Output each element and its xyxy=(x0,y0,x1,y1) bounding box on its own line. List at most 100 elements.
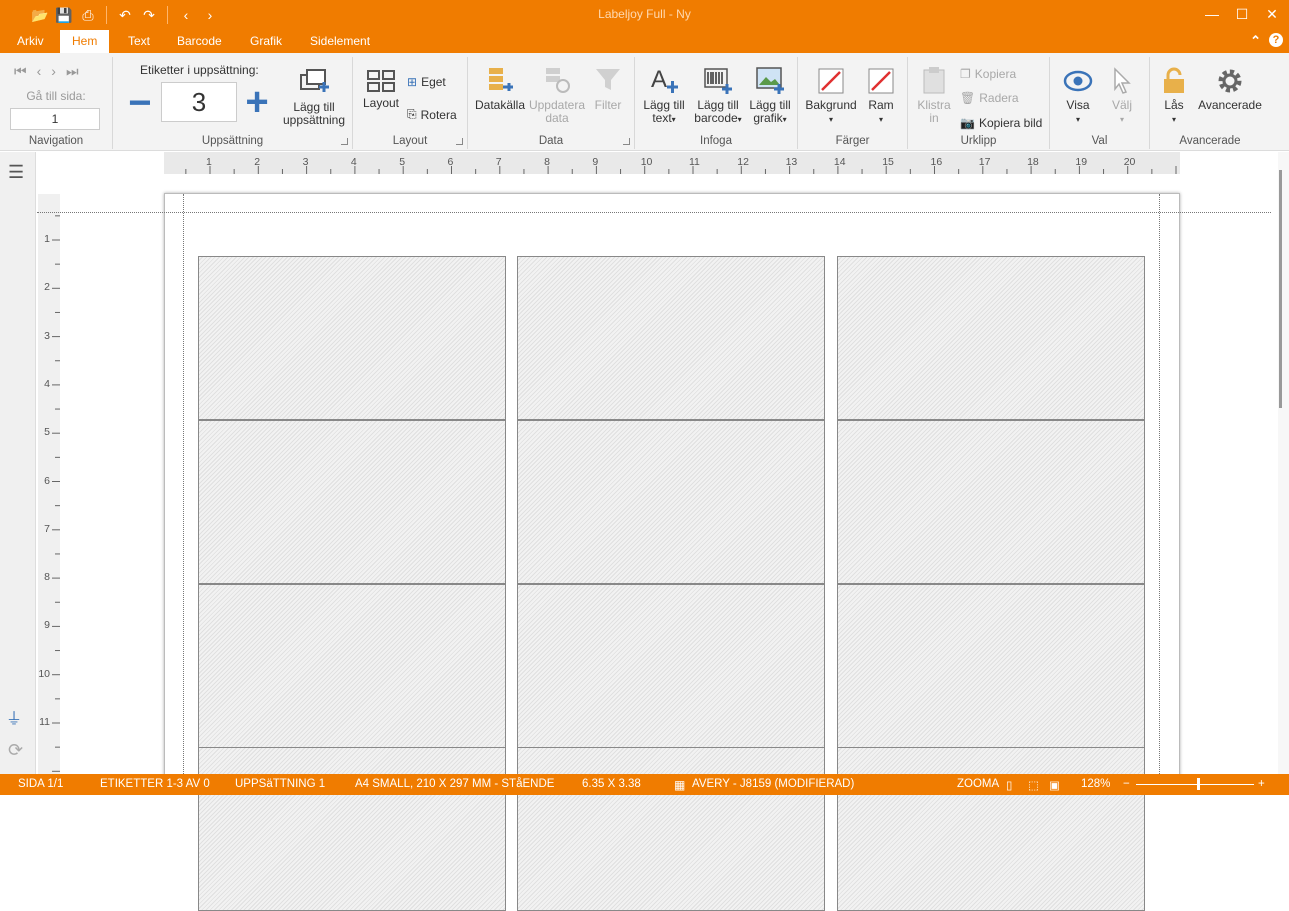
label-cell[interactable] xyxy=(837,584,1145,748)
view-button[interactable]: Visa ▾ xyxy=(1058,67,1098,126)
label-cell[interactable] xyxy=(837,747,1145,911)
ruler-label: 4 xyxy=(350,156,357,168)
filter-button[interactable]: Filter xyxy=(588,65,628,112)
close-icon[interactable]: ✕ xyxy=(1263,4,1281,24)
group-label: Val xyxy=(1091,135,1108,147)
label-cell[interactable] xyxy=(198,747,506,911)
group-label: Data xyxy=(538,135,564,147)
border-color-button[interactable]: Ram ▾ xyxy=(860,67,902,126)
scrollbar-thumb[interactable] xyxy=(1279,170,1282,408)
las-label: Lås xyxy=(1164,98,1184,112)
tab-barcode[interactable]: Barcode xyxy=(177,34,222,48)
tab-hem[interactable]: Hem xyxy=(60,30,110,53)
tab-arkiv[interactable]: Arkiv xyxy=(17,34,44,48)
labels-count-input[interactable]: 3 xyxy=(161,82,237,122)
group-val: Visa ▾ Välj ▾ Val xyxy=(1050,57,1150,149)
zoom-out-icon[interactable]: − xyxy=(1123,778,1130,790)
tab-grafik[interactable]: Grafik xyxy=(250,34,282,48)
update-label-1: Uppdatera xyxy=(528,98,586,112)
label-cell[interactable] xyxy=(198,584,506,748)
ruler-label: 11 xyxy=(39,716,50,728)
label-cell[interactable] xyxy=(517,256,825,420)
fit-width-icon[interactable]: ⬚ xyxy=(1028,778,1039,792)
add-set-icon xyxy=(300,69,329,92)
label-cell[interactable] xyxy=(517,420,825,584)
ribbon: ⏮ ‹ › ⏭ Gå till sida: 1 Navigation Etike… xyxy=(0,53,1289,151)
ruler-label: 1 xyxy=(206,156,212,168)
add-graphic-button[interactable]: Lägg till grafik▾ xyxy=(745,65,795,126)
label-page[interactable] xyxy=(37,193,1271,911)
ruler-label: 10 xyxy=(640,156,653,168)
label-cell[interactable] xyxy=(198,256,506,420)
layout-button[interactable]: Layout xyxy=(359,69,403,110)
no-fill-icon xyxy=(818,68,844,94)
nav-arrows: ⏮ ‹ › ⏭ xyxy=(14,63,79,80)
group-launcher[interactable] xyxy=(341,138,348,145)
next-page-icon[interactable]: › xyxy=(51,63,56,80)
labels-per-set-label: Etiketter i uppsättning: xyxy=(140,63,259,77)
prev-page-icon[interactable]: ‹ xyxy=(37,63,42,80)
zoom-label: ZOOMA xyxy=(957,778,1000,790)
sync-icon[interactable]: ⟳ xyxy=(8,740,23,761)
ruler-label: 5 xyxy=(44,426,50,439)
refresh-data-icon xyxy=(546,68,570,93)
no-border-icon xyxy=(868,68,894,94)
label-cell[interactable] xyxy=(837,420,1145,584)
zoom-value: 128% xyxy=(1081,778,1111,790)
collapse-ribbon-icon[interactable]: ⌃ xyxy=(1250,33,1261,49)
increase-icon[interactable]: + xyxy=(241,82,273,122)
plug-icon[interactable]: ⏚ xyxy=(6,705,22,729)
add-text-button[interactable]: A Lägg till text▾ xyxy=(639,65,689,126)
paste-button[interactable]: Klistra in xyxy=(914,65,954,125)
ruler-label: 10 xyxy=(38,667,50,680)
group-label: Färger xyxy=(835,135,870,147)
advanced-button[interactable]: Avancerade xyxy=(1196,67,1264,112)
zoom-in-icon[interactable]: + xyxy=(1258,778,1265,790)
label-cell[interactable] xyxy=(198,420,506,584)
zoom-slider-track[interactable] xyxy=(1136,784,1254,785)
delete-button[interactable]: 🗑 Radera xyxy=(960,91,1019,105)
zoom-slider-thumb[interactable] xyxy=(1197,778,1200,790)
update-label-2: data xyxy=(545,111,569,125)
copy-button[interactable]: ❐ Kopiera xyxy=(960,67,1016,81)
first-page-icon[interactable]: ⏮ xyxy=(14,63,27,80)
label-cell[interactable] xyxy=(517,747,825,911)
group-launcher[interactable] xyxy=(623,138,630,145)
status-paper: A4 SMALL, 210 X 297 MM - STåENDE xyxy=(355,778,555,790)
fit-page-icon[interactable]: ▯ xyxy=(1006,778,1012,792)
tab-text[interactable]: Text xyxy=(128,34,150,48)
decrease-icon[interactable]: − xyxy=(125,83,155,123)
status-template: AVERY - J8159 (MODIFIERAD) xyxy=(692,778,855,790)
update-data-button[interactable]: Uppdatera data xyxy=(528,65,586,125)
add-barcode-button[interactable]: Lägg till barcode▾ xyxy=(691,65,745,126)
clipboard-icon xyxy=(923,67,945,94)
camera-icon: 📷 xyxy=(960,116,975,130)
help-icon[interactable]: ? xyxy=(1269,33,1283,47)
minimize-icon[interactable]: — xyxy=(1203,4,1221,24)
last-page-icon[interactable]: ⏭ xyxy=(66,63,79,80)
lock-button[interactable]: Lås ▾ xyxy=(1156,67,1192,126)
rotera-button[interactable]: ⎘ Rotera xyxy=(407,107,457,122)
add-text-label-1: Lägg till xyxy=(643,98,685,112)
group-launcher[interactable] xyxy=(456,138,463,145)
image-icon xyxy=(756,67,784,94)
goto-page-input[interactable]: 1 xyxy=(10,108,100,130)
tab-sidelement[interactable]: Sidelement xyxy=(310,34,370,48)
ruler-label: 9 xyxy=(44,619,50,632)
add-set-label-1: Lägg till xyxy=(293,100,335,114)
fit-label-icon[interactable]: ▣ xyxy=(1049,778,1060,792)
label-cell[interactable] xyxy=(837,256,1145,420)
group-farger: Bakgrund ▾ Ram ▾ Färger xyxy=(798,57,908,149)
maximize-icon[interactable]: ☐ xyxy=(1233,4,1251,24)
ruler-label: 16 xyxy=(930,156,943,168)
group-infoga: A Lägg till text▾ Lägg till barcode▾ Läg… xyxy=(635,57,798,149)
copy-image-button[interactable]: 📷 Kopiera bild xyxy=(960,116,1042,130)
add-set-button[interactable]: Lägg till uppsättning xyxy=(281,67,347,127)
window-controls: — ☐ ✕ xyxy=(1203,4,1281,24)
background-color-button[interactable]: Bakgrund ▾ xyxy=(804,67,858,126)
layers-icon[interactable]: ☰ xyxy=(8,162,24,183)
select-button[interactable]: Välj ▾ xyxy=(1102,67,1142,126)
eget-button[interactable]: ⊞ Eget xyxy=(407,75,446,89)
datakalla-button[interactable]: Datakälla xyxy=(472,65,528,112)
label-cell[interactable] xyxy=(517,584,825,748)
